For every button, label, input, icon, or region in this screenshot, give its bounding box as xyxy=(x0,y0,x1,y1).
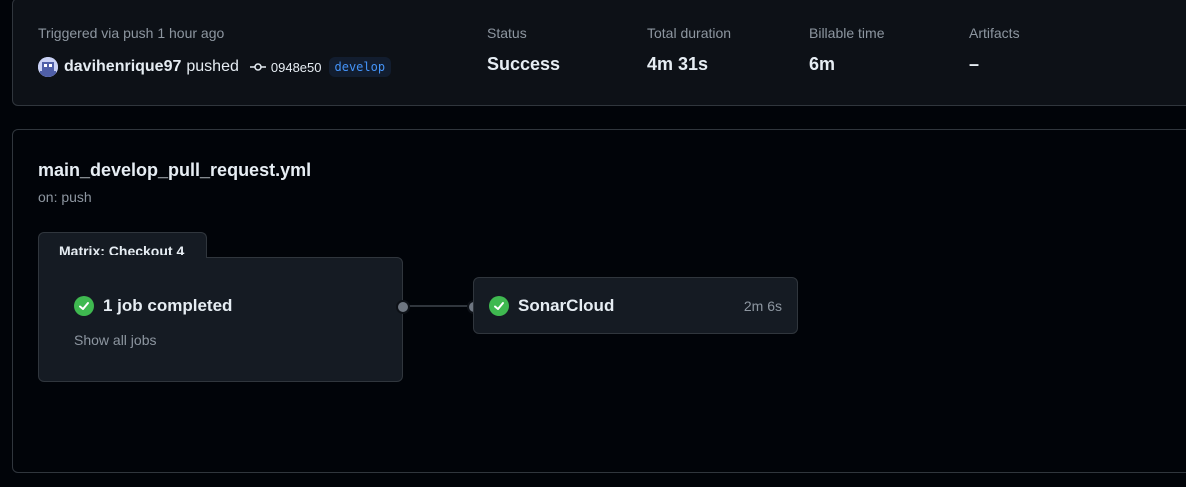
workflow-filename[interactable]: main_develop_pull_request.yml xyxy=(38,160,311,181)
job-connector-line xyxy=(403,305,474,307)
matrix-job-group[interactable]: 1 job completed Show all jobs xyxy=(38,257,403,382)
tab-joint xyxy=(39,255,206,259)
artifacts-stat: Artifacts – xyxy=(969,25,1020,75)
check-circle-icon xyxy=(74,296,94,316)
connector-start-dot xyxy=(396,300,410,314)
run-summary-panel: Triggered via push 1 hour ago davihenriq… xyxy=(12,0,1186,106)
status-value: Success xyxy=(487,54,561,74)
status-stat: Status Success xyxy=(487,25,560,75)
jobs-summary-row: 1 job completed xyxy=(74,296,232,316)
job-duration: 2m 6s xyxy=(743,298,782,314)
billable-time-stat: Billable time 6m xyxy=(809,25,884,75)
job-card-sonarcloud[interactable]: SonarCloud 2m 6s xyxy=(473,277,798,334)
git-commit-icon xyxy=(249,59,266,75)
trigger-label: Triggered via push 1 hour ago xyxy=(38,25,225,41)
workflow-graph-panel: main_develop_pull_request.yml on: push M… xyxy=(12,129,1186,473)
branch-badge[interactable]: develop xyxy=(328,57,392,77)
job-name: SonarCloud xyxy=(518,296,615,315)
workflow-trigger: on: push xyxy=(38,189,92,205)
jobs-summary: 1 job completed xyxy=(103,296,233,315)
check-circle-icon xyxy=(489,296,509,316)
total-duration-stat: Total duration 4m 31s xyxy=(647,25,731,75)
avatar[interactable] xyxy=(38,57,58,77)
billable-time-value: 6m xyxy=(809,54,836,74)
push-info: davihenrique97 pushed 0948e50 develop xyxy=(38,56,392,78)
pushed-label: pushed xyxy=(186,58,239,75)
show-all-jobs-link[interactable]: Show all jobs xyxy=(74,332,157,348)
billable-time-label: Billable time xyxy=(809,25,885,41)
job-row: SonarCloud xyxy=(489,296,614,316)
total-duration-label: Total duration xyxy=(647,25,732,41)
artifacts-value: – xyxy=(969,54,980,74)
pusher-username[interactable]: davihenrique97 xyxy=(64,58,181,76)
total-duration-value: 4m 31s xyxy=(647,54,709,74)
commit-sha-link[interactable]: 0948e50 xyxy=(271,60,322,75)
status-label: Status xyxy=(487,25,527,41)
artifacts-label: Artifacts xyxy=(969,25,1020,41)
